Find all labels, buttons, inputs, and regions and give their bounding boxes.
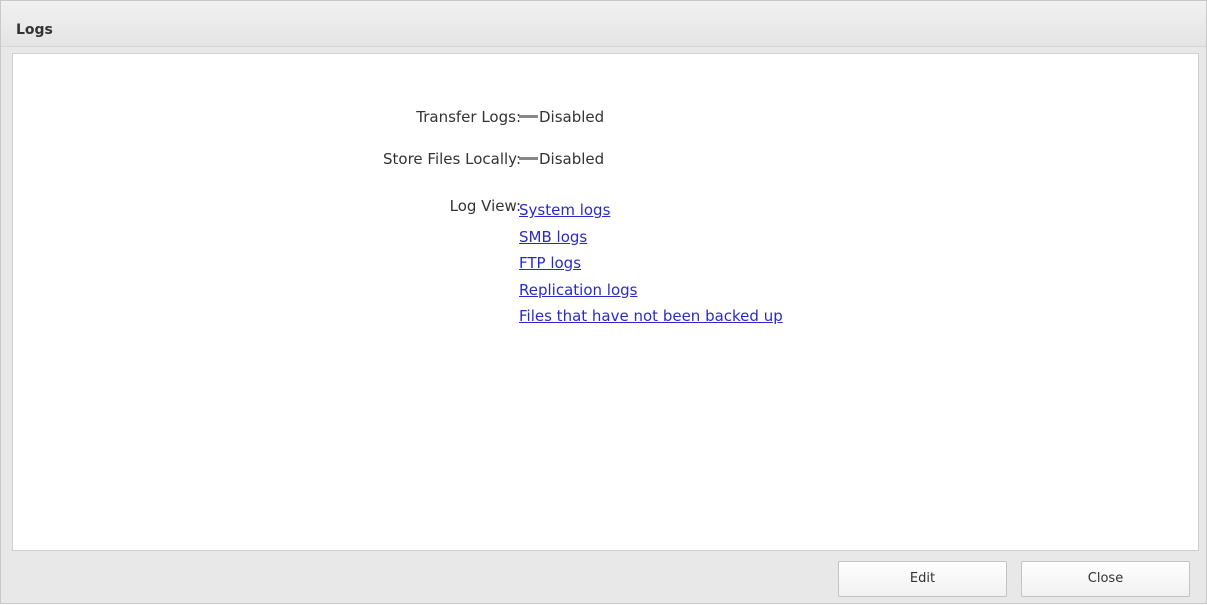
disabled-dash-icon [519,157,538,160]
files-not-backed-up-link[interactable]: Files that have not been backed up [519,303,919,330]
setting-row-store-files-locally: Store Files Locally: Disabled [13,147,1198,171]
setting-row-transfer-logs: Transfer Logs: Disabled [13,105,1198,129]
replication-logs-link[interactable]: Replication logs [519,277,919,304]
ftp-logs-link[interactable]: FTP logs [519,250,919,277]
store-files-locally-status: Disabled [519,147,604,171]
disabled-dash-icon [519,115,538,118]
transfer-logs-value: Disabled [539,108,605,126]
dialog-titlebar: Logs [1,1,1206,47]
log-view-label: Log View: [449,197,521,215]
system-logs-link[interactable]: System logs [519,197,919,224]
store-files-locally-value: Disabled [539,150,605,168]
dialog-content: Transfer Logs: Disabled Store Files Loca… [12,53,1199,551]
store-files-locally-label: Store Files Locally: [383,150,521,168]
dialog-title: Logs [16,22,53,38]
close-button[interactable]: Close [1021,561,1190,597]
edit-button[interactable]: Edit [838,561,1007,597]
dialog-footer: Edit Close [1,552,1206,605]
log-view-links: System logs SMB logs FTP logs Replicatio… [519,197,919,330]
logs-dialog: Logs Transfer Logs: Disabled Store Files… [0,0,1207,604]
smb-logs-link[interactable]: SMB logs [519,224,919,251]
transfer-logs-status: Disabled [519,105,604,129]
transfer-logs-label: Transfer Logs: [416,108,521,126]
